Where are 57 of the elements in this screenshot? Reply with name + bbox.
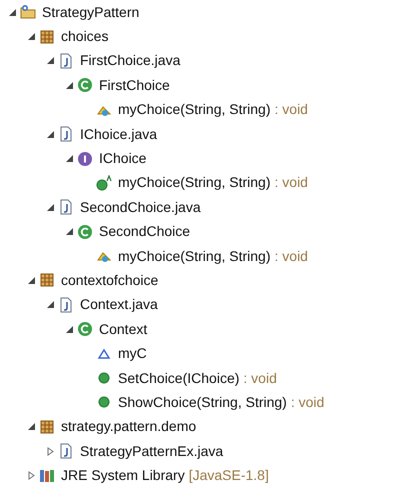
class-icon bbox=[77, 224, 93, 240]
collapse-toggle[interactable] bbox=[26, 422, 36, 432]
class-icon bbox=[77, 77, 93, 94]
java-file-icon bbox=[58, 199, 74, 216]
tree-item-label[interactable]: myC bbox=[118, 343, 147, 364]
interface-icon bbox=[77, 150, 93, 167]
collapse-toggle[interactable] bbox=[64, 324, 74, 334]
tree-item-label[interactable]: Context bbox=[99, 318, 148, 340]
type-suffix: : void bbox=[274, 173, 308, 192]
package-icon bbox=[39, 272, 55, 288]
project-folder-icon bbox=[20, 4, 36, 20]
tree-item-label[interactable]: StrategyPattern bbox=[42, 2, 140, 23]
collapse-toggle[interactable] bbox=[64, 154, 74, 164]
collapse-toggle[interactable] bbox=[46, 130, 54, 139]
package-icon bbox=[39, 418, 55, 435]
collapse-toggle[interactable] bbox=[46, 56, 54, 66]
java-file-icon bbox=[58, 52, 74, 69]
tree-item-label[interactable]: choices bbox=[61, 26, 108, 48]
tree-item-label[interactable]: contextofchoice bbox=[61, 270, 158, 291]
collapse-toggle[interactable] bbox=[64, 227, 74, 236]
tree-item-label[interactable]: SecondChoice.java bbox=[80, 196, 201, 218]
tree-item-label[interactable]: SetChoice(IChoice) bbox=[118, 368, 240, 389]
tree-item-label[interactable]: IChoice.java bbox=[80, 124, 158, 145]
java-file-icon bbox=[58, 296, 74, 313]
tree-item-label[interactable]: Context.java bbox=[80, 294, 158, 316]
type-suffix: : void bbox=[243, 368, 277, 388]
collapse-toggle[interactable] bbox=[26, 276, 36, 285]
collapse-toggle[interactable] bbox=[26, 32, 36, 42]
type-suffix: [JavaSE-1.8] bbox=[188, 466, 269, 486]
tree-item-label[interactable]: SecondChoice bbox=[99, 221, 190, 242]
tree-item-label[interactable]: JRE System Library bbox=[61, 465, 185, 486]
tree-item-label[interactable]: strategy.pattern.demo bbox=[61, 416, 196, 438]
java-file-icon bbox=[58, 126, 74, 142]
method-icon bbox=[98, 396, 110, 408]
tree-item-label[interactable]: myChoice(String, String) bbox=[118, 99, 270, 120]
tree-item-label[interactable]: StrategyPatternEx.java bbox=[80, 440, 224, 462]
package-icon bbox=[39, 28, 55, 45]
expand-toggle[interactable] bbox=[46, 446, 54, 456]
tree-item-label[interactable]: FirstChoice bbox=[99, 74, 170, 96]
library-icon bbox=[39, 468, 55, 484]
type-suffix: : void bbox=[290, 392, 324, 412]
method-icon bbox=[98, 372, 110, 384]
tree-item-label[interactable]: myChoice(String, String) bbox=[118, 246, 270, 267]
abstract-method-icon bbox=[96, 174, 112, 191]
collapse-toggle[interactable] bbox=[8, 8, 16, 17]
collapse-toggle[interactable] bbox=[46, 300, 54, 310]
collapse-toggle[interactable] bbox=[64, 80, 74, 90]
type-suffix: : void bbox=[274, 100, 308, 120]
tree-item-label[interactable]: ShowChoice(String, String) bbox=[118, 392, 287, 413]
type-suffix: : void bbox=[274, 246, 308, 266]
java-file-icon bbox=[58, 443, 74, 460]
expand-toggle[interactable] bbox=[26, 471, 36, 480]
tree-item-label[interactable]: IChoice bbox=[99, 148, 146, 170]
tree-item-label[interactable]: FirstChoice.java bbox=[80, 50, 180, 72]
class-icon bbox=[77, 321, 93, 338]
collapse-toggle[interactable] bbox=[46, 202, 54, 212]
tree-item-label[interactable]: myChoice(String, String) bbox=[118, 172, 270, 194]
